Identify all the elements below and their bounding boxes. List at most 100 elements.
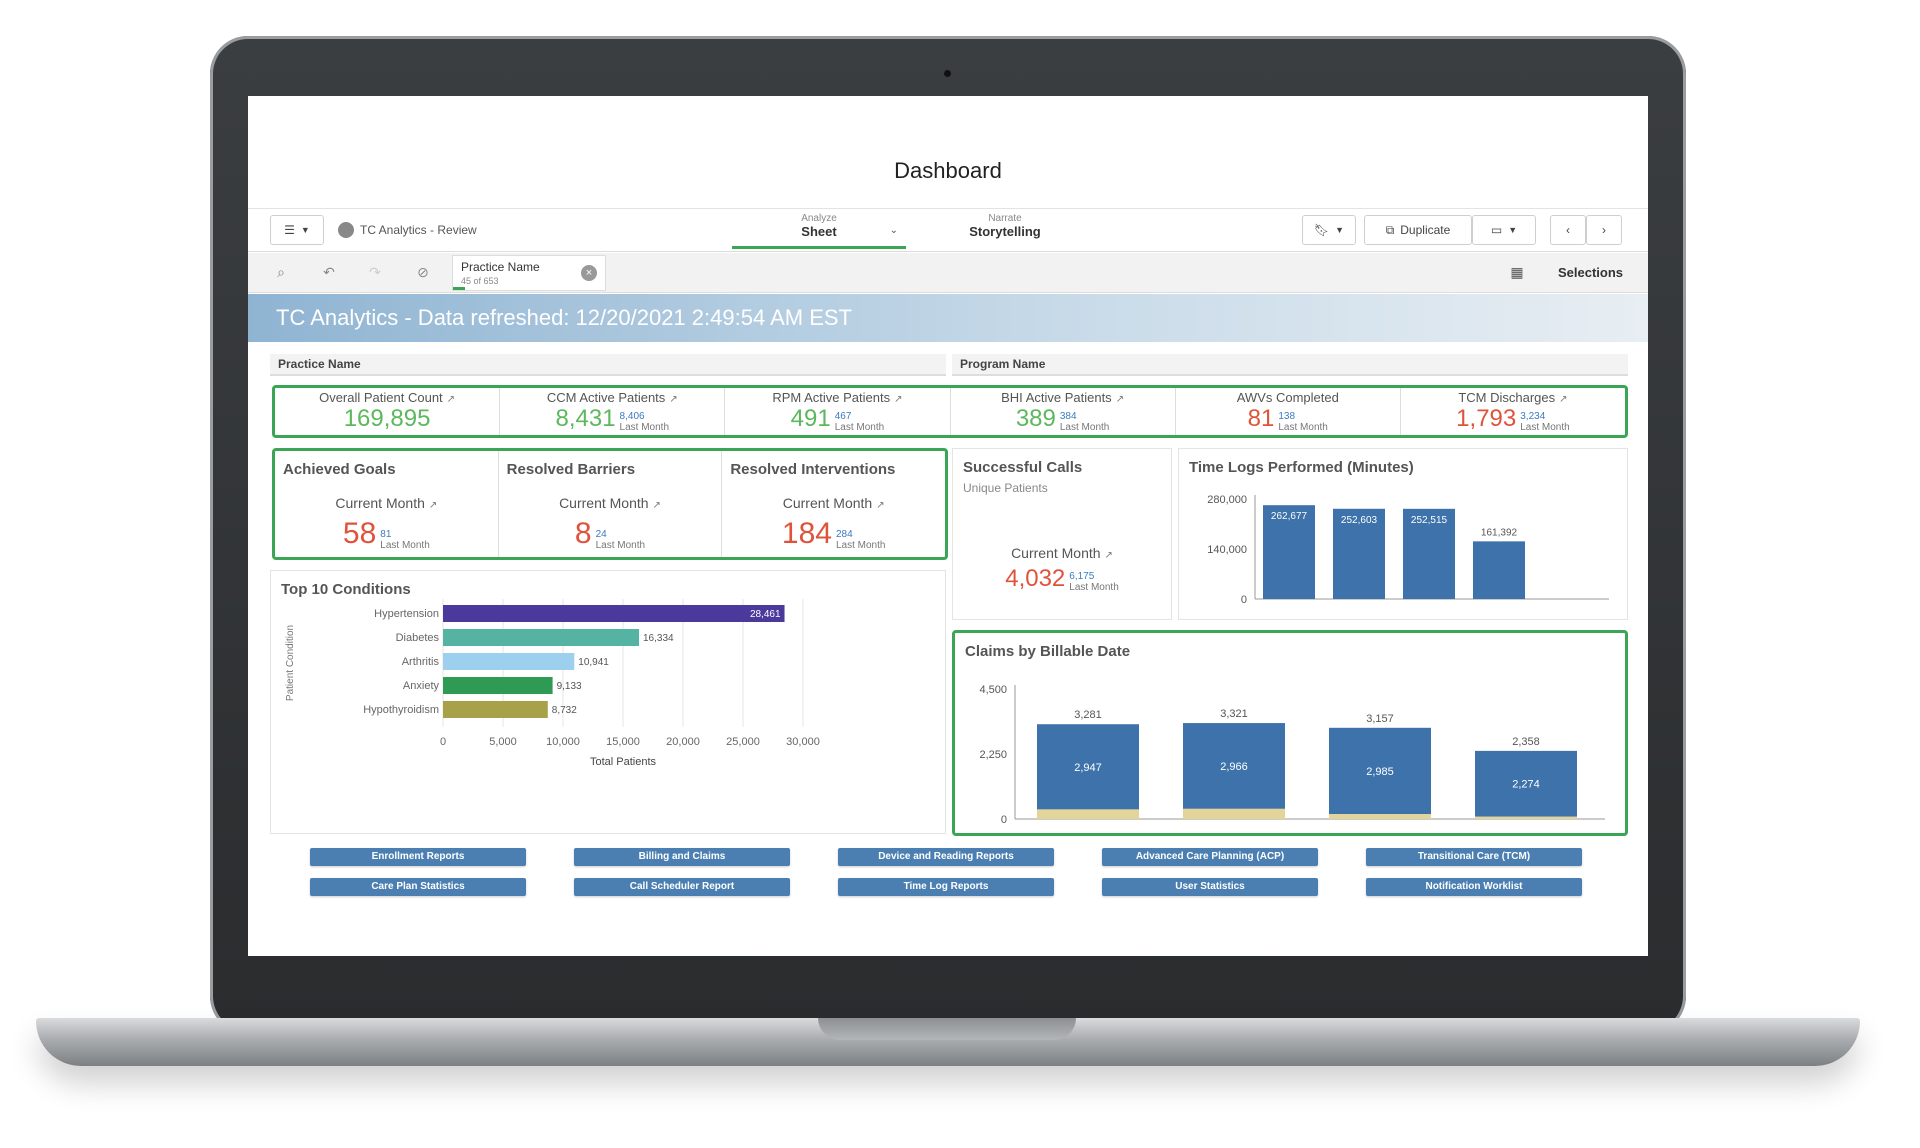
category-label: Anxiety <box>403 680 440 692</box>
card-last: 6,175 <box>1069 571 1095 582</box>
kpi-last: 384 <box>1059 411 1077 422</box>
data-label: 252,603 <box>1341 515 1378 526</box>
chevron-down-icon: ▼ <box>1508 225 1518 235</box>
nav-button[interactable]: Advanced Care Planning (ACP) <box>1102 848 1318 866</box>
current-month-label: Current Month <box>782 495 873 511</box>
page-title: Dashboard <box>894 158 1002 183</box>
nav-button[interactable]: Call Scheduler Report <box>574 878 790 896</box>
external-link-icon[interactable]: ↗ <box>1105 550 1113 561</box>
current-month-label: Current Month <box>559 495 649 511</box>
nav-button[interactable]: Time Log Reports <box>838 878 1054 896</box>
external-link-icon[interactable]: ↗ <box>653 500 661 511</box>
next-sheet-button[interactable]: › <box>1586 215 1622 245</box>
category-label: Hypothyroidism <box>363 704 439 716</box>
sheet-view-button[interactable]: ▭ ▼ <box>1472 215 1536 245</box>
analyze-label: Analyze <box>801 213 837 224</box>
chevron-down-icon: ▼ <box>300 225 310 235</box>
total-label: 3,281 <box>1074 709 1102 721</box>
nav-button[interactable]: Enrollment Reports <box>310 848 526 866</box>
bookmark-button[interactable]: 🔖︎ ▼ <box>1302 215 1356 245</box>
data-label: 2,966 <box>1220 761 1248 773</box>
kpi-awvs-completed[interactable]: AWVs Completed 81 138 Last Month <box>1176 388 1401 435</box>
kpi-title: BHI Active Patients <box>1001 390 1112 405</box>
chevron-right-icon: › <box>1602 223 1606 237</box>
kpi-title: RPM Active Patients <box>772 390 891 405</box>
external-link-icon[interactable]: ↗ <box>447 394 455 405</box>
step-back-icon[interactable]: ↶ <box>320 263 338 281</box>
kpi-last-label: Last Month <box>1520 422 1570 433</box>
duplicate-button[interactable]: ⧉ Duplicate <box>1364 215 1472 245</box>
nav-button[interactable]: Device and Reading Reports <box>838 848 1054 866</box>
data-label: 10,941 <box>578 657 609 668</box>
data-label: 8,732 <box>552 705 577 716</box>
selection-chip-practice[interactable]: Practice Name 45 of 653 × <box>452 255 606 291</box>
card-last-label: Last Month <box>835 540 886 551</box>
kpi-tcm-discharges[interactable]: TCM Discharges ↗ 1,793 3,234 Last Month <box>1401 388 1625 435</box>
bookmark-icon: 🔖︎ <box>1313 223 1330 237</box>
kpi-last-label: Last Month <box>1059 422 1110 433</box>
claims-panel[interactable]: Claims by Billable Date 4,500 2,250 0 2,947… <box>952 630 1628 836</box>
resolved-barriers-card[interactable]: Resolved Barriers Current Month ↗ 8 24 Last… <box>499 451 723 557</box>
screen: Dashboard ☰ ▼ TC Analytics - Review Analy… <box>248 96 1648 956</box>
chip-progress <box>453 287 465 290</box>
nav-button[interactable]: User Statistics <box>1102 878 1318 896</box>
bar <box>443 701 548 718</box>
bar <box>443 653 575 670</box>
clear-selections-icon[interactable]: ⊘ <box>414 263 432 281</box>
duplicate-icon: ⧉ <box>1385 222 1395 237</box>
card-value: 8 <box>574 517 592 550</box>
nav-button[interactable]: Care Plan Statistics <box>310 878 526 896</box>
kpi-rpm-active[interactable]: RPM Active Patients ↗ 491 467 Last Month <box>725 388 951 435</box>
kpi-last: 467 <box>834 411 852 422</box>
menu-button[interactable]: ☰ ▼ <box>270 215 324 245</box>
camera-dot <box>944 70 951 77</box>
top-conditions-panel[interactable]: Top 10 Conditions 0 5,000 10,000 15,000 20,0… <box>270 570 946 834</box>
data-label: 2,947 <box>1074 762 1102 774</box>
kpi-title: AWVs Completed <box>1236 390 1339 405</box>
app-name[interactable]: TC Analytics - Review <box>360 223 477 237</box>
achieved-goals-card[interactable]: Achieved Goals Current Month ↗ 58 81 Last M… <box>275 451 499 557</box>
external-link-icon[interactable]: ↗ <box>429 500 437 511</box>
kpi-value: 169,895 <box>343 405 431 432</box>
selections-grid-icon[interactable]: ▦ <box>1508 263 1526 281</box>
external-link-icon[interactable]: ↗ <box>876 500 884 511</box>
nav-button[interactable]: Transitional Care (TCM) <box>1366 848 1582 866</box>
smart-search-icon[interactable]: ⌕ <box>272 263 290 281</box>
y-tick-label: 0 <box>1001 814 1007 826</box>
kpi-overall-patient-count[interactable]: Overall Patient Count ↗ 169,895 <box>275 388 501 435</box>
kpi-bhi-active[interactable]: BHI Active Patients ↗ 389 384 Last Month <box>951 388 1176 435</box>
card-value: 4,032 <box>1005 565 1066 592</box>
kpi-value: 389 <box>1015 405 1056 432</box>
card-last-label: Last Month <box>1069 582 1119 593</box>
total-label: 3,157 <box>1366 713 1394 725</box>
program-filter[interactable]: Program Name <box>952 354 1628 376</box>
tab-analyze[interactable]: Analyze Sheet ⌄ <box>732 213 906 249</box>
nav-button[interactable]: Notification Worklist <box>1366 878 1582 896</box>
tab-narrate[interactable]: Narrate Storytelling <box>928 213 1082 249</box>
card-title: Resolved Interventions <box>730 461 896 478</box>
practice-filter[interactable]: Practice Name <box>270 354 946 376</box>
kpi-value: 491 <box>790 405 831 432</box>
kpi-value: 1,793 <box>1456 405 1517 432</box>
close-icon[interactable]: × <box>581 265 597 281</box>
nav-button[interactable]: Billing and Claims <box>574 848 790 866</box>
external-link-icon[interactable]: ↗ <box>669 394 677 405</box>
x-tick-label: 15,000 <box>606 736 640 748</box>
selections-button[interactable]: Selections <box>1558 265 1623 280</box>
narrate-label: Narrate <box>988 213 1022 224</box>
card-last-label: Last Month <box>380 540 430 551</box>
step-forward-icon[interactable]: ↷ <box>366 263 384 281</box>
external-link-icon[interactable]: ↗ <box>1559 394 1567 405</box>
time-logs-panel[interactable]: Time Logs Performed (Minutes) 280,000 140… <box>1178 448 1628 620</box>
successful-calls-card[interactable]: Successful Calls Unique Patients Current… <box>952 448 1172 620</box>
external-link-icon[interactable]: ↗ <box>894 394 902 405</box>
previous-sheet-button[interactable]: ‹ <box>1550 215 1586 245</box>
kpi-ccm-active[interactable]: CCM Active Patients ↗ 8,431 8,406 Last Mont… <box>500 388 726 435</box>
resolved-interventions-card[interactable]: Resolved Interventions Current Month ↗ 18… <box>722 451 945 557</box>
category-label: Arthritis <box>402 656 440 668</box>
external-link-icon[interactable]: ↗ <box>1116 394 1124 405</box>
x-tick-label: 0 <box>440 736 446 748</box>
data-label: 252,515 <box>1411 515 1448 526</box>
bar-segment <box>1037 809 1139 819</box>
card-title: Achieved Goals <box>283 461 396 478</box>
